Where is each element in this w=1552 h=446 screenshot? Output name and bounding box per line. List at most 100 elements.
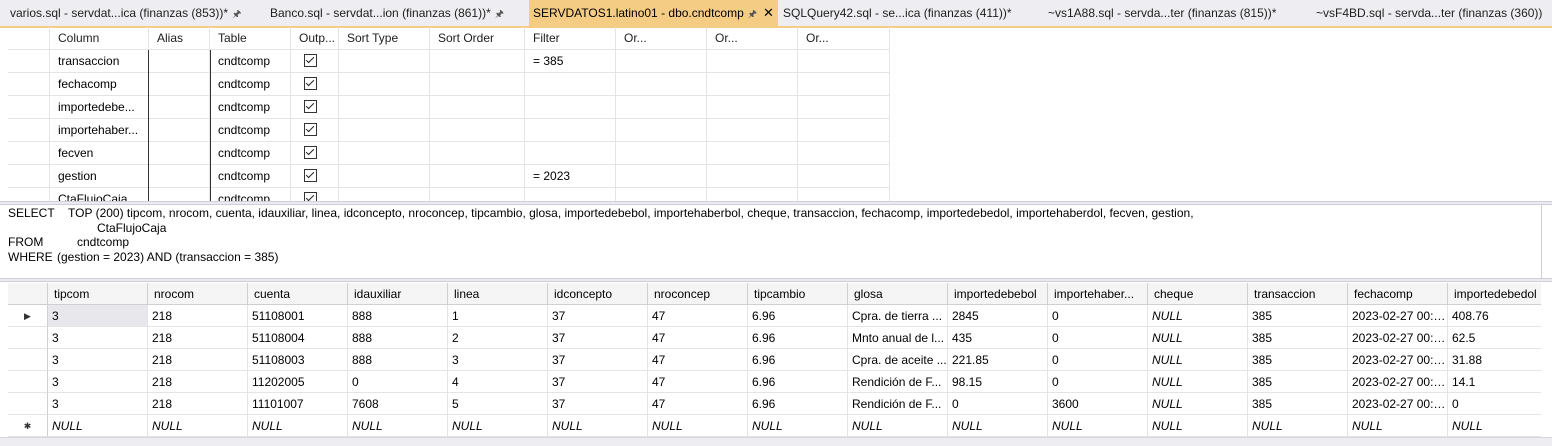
output-checkbox[interactable]: [304, 169, 317, 182]
criteria-filter-cell[interactable]: [525, 142, 616, 165]
criteria-sort-order-cell[interactable]: [430, 73, 525, 96]
table-cell[interactable]: 11202005: [248, 371, 348, 393]
table-row[interactable]: ▶ 3 218 51108001 888 1 37 47 6.96 Cpra. de tierra…: [8, 305, 1552, 327]
table-cell[interactable]: 0: [1048, 349, 1148, 371]
table-cell[interactable]: NULL: [648, 415, 748, 437]
criteria-output-cell[interactable]: [291, 96, 339, 119]
results-column-header[interactable]: transaccion: [1248, 283, 1348, 305]
criteria-or-cell[interactable]: [798, 73, 890, 96]
criteria-row[interactable]: CtaFlujoCaja cndtcomp: [8, 188, 890, 201]
criteria-or-cell[interactable]: [707, 165, 798, 188]
table-cell[interactable]: Mnto anual de l...: [848, 327, 948, 349]
output-checkbox[interactable]: [304, 100, 317, 113]
table-cell[interactable]: NULL: [348, 415, 448, 437]
row-selector[interactable]: [8, 119, 50, 142]
table-cell[interactable]: 385: [1248, 327, 1348, 349]
table-cell[interactable]: NULL: [1348, 415, 1448, 437]
criteria-table-cell[interactable]: cndtcomp: [210, 50, 291, 73]
table-cell[interactable]: 5: [448, 393, 548, 415]
table-row[interactable]: 3 218 51108004 888 2 37 47 6.96 Mnto anual de l.…: [8, 327, 1552, 349]
table-cell[interactable]: NULL: [1148, 327, 1248, 349]
table-cell[interactable]: NULL: [748, 415, 848, 437]
results-column-header[interactable]: importedebebol: [948, 283, 1048, 305]
results-column-header[interactable]: cuenta: [248, 283, 348, 305]
pin-icon[interactable]: 🖈︎: [495, 9, 504, 20]
table-cell[interactable]: 2: [448, 327, 548, 349]
pane-splitter[interactable]: [0, 278, 1552, 282]
table-cell[interactable]: 888: [348, 327, 448, 349]
table-cell[interactable]: 0: [348, 371, 448, 393]
table-cell[interactable]: 51108004: [248, 327, 348, 349]
criteria-sort-order-cell[interactable]: [430, 119, 525, 142]
table-cell[interactable]: NULL: [1148, 371, 1248, 393]
table-cell[interactable]: 62.5: [1448, 327, 1548, 349]
table-cell[interactable]: 385: [1248, 349, 1348, 371]
table-cell[interactable]: 0: [948, 393, 1048, 415]
results-column-header[interactable]: idauxiliar: [348, 283, 448, 305]
table-cell[interactable]: 6.96: [748, 349, 848, 371]
results-column-header[interactable]: nroconcep: [648, 283, 748, 305]
results-column-header[interactable]: tipcom: [48, 283, 148, 305]
table-cell[interactable]: 98.15: [948, 371, 1048, 393]
criteria-header-or-3[interactable]: Or...: [798, 27, 890, 50]
table-cell[interactable]: 218: [148, 305, 248, 327]
criteria-or-cell[interactable]: [616, 50, 707, 73]
tab-vs1a88[interactable]: ~vs1A88.sql - servda...ter (finanzas (81…: [1048, 0, 1276, 26]
criteria-output-cell[interactable]: [291, 50, 339, 73]
criteria-row[interactable]: fecven cndtcomp: [8, 142, 890, 165]
table-cell[interactable]: 888: [348, 305, 448, 327]
criteria-header-sort-type[interactable]: Sort Type: [339, 27, 430, 50]
table-cell[interactable]: 888: [348, 349, 448, 371]
table-cell[interactable]: NULL: [548, 415, 648, 437]
table-cell[interactable]: 6.96: [748, 393, 848, 415]
row-selector[interactable]: [8, 96, 50, 119]
criteria-table-cell[interactable]: cndtcomp: [210, 188, 291, 201]
criteria-or-cell[interactable]: [798, 50, 890, 73]
criteria-or-cell[interactable]: [798, 96, 890, 119]
table-cell[interactable]: 11101007: [248, 393, 348, 415]
criteria-column-cell[interactable]: CtaFlujoCaja: [50, 188, 149, 201]
results-column-header[interactable]: glosa: [848, 283, 948, 305]
table-cell[interactable]: 385: [1248, 305, 1348, 327]
table-cell[interactable]: NULL: [1148, 415, 1248, 437]
criteria-header-or-2[interactable]: Or...: [707, 27, 798, 50]
criteria-sort-type-cell[interactable]: [339, 96, 430, 119]
tab-sqlquery42[interactable]: SQLQuery42.sql - se...ica (finanzas (411…: [783, 0, 1012, 26]
pin-icon[interactable]: 🖈︎: [748, 9, 757, 20]
results-column-header[interactable]: nrocom: [148, 283, 248, 305]
table-cell[interactable]: Rendición de F...: [848, 393, 948, 415]
criteria-alias-cell[interactable]: [149, 119, 210, 142]
select-all-corner[interactable]: [8, 283, 48, 305]
table-cell[interactable]: Cpra. de aceite ...: [848, 349, 948, 371]
tab-servdatos1-cndtcomp[interactable]: SERVDATOS1.latino01 - dbo.cndtcomp 🖈︎ ✕: [529, 0, 778, 26]
table-cell[interactable]: NULL: [1148, 349, 1248, 371]
table-cell[interactable]: 51108001: [248, 305, 348, 327]
table-cell[interactable]: 37: [548, 327, 648, 349]
table-cell[interactable]: NULL: [848, 415, 948, 437]
pane-splitter[interactable]: [0, 201, 1552, 205]
criteria-sort-order-cell[interactable]: [430, 96, 525, 119]
criteria-sort-type-cell[interactable]: [339, 50, 430, 73]
criteria-sort-order-cell[interactable]: [430, 165, 525, 188]
criteria-or-cell[interactable]: [616, 119, 707, 142]
table-cell[interactable]: 3: [48, 305, 148, 327]
table-cell[interactable]: 14.1: [1448, 371, 1548, 393]
table-cell[interactable]: NULL: [1148, 305, 1248, 327]
table-cell[interactable]: 47: [648, 327, 748, 349]
criteria-filter-cell[interactable]: [525, 73, 616, 96]
results-column-header[interactable]: fechacomp: [1348, 283, 1448, 305]
table-cell[interactable]: 47: [648, 393, 748, 415]
criteria-sort-type-cell[interactable]: [339, 73, 430, 96]
row-selector[interactable]: [8, 393, 48, 415]
table-cell[interactable]: 3600: [1048, 393, 1148, 415]
criteria-filter-cell[interactable]: [525, 96, 616, 119]
table-cell[interactable]: 47: [648, 305, 748, 327]
criteria-header-table[interactable]: Table: [210, 27, 291, 50]
table-cell[interactable]: 2023-02-27 00:0...: [1348, 305, 1448, 327]
row-selector[interactable]: [8, 142, 50, 165]
criteria-output-cell[interactable]: [291, 142, 339, 165]
results-column-header[interactable]: importedebedol: [1448, 283, 1548, 305]
table-cell[interactable]: NULL: [1148, 393, 1248, 415]
row-selector[interactable]: [8, 73, 50, 96]
criteria-output-cell[interactable]: [291, 73, 339, 96]
